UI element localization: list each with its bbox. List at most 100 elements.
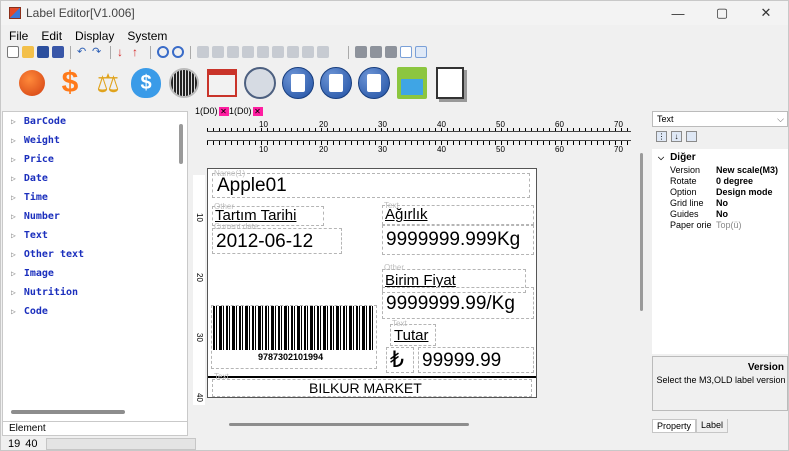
label-canvas[interactable]: Name(1) Apple01 Other Tartım Tarihi Curr… (207, 168, 537, 398)
scale-icon[interactable]: ⚖ (91, 66, 125, 100)
name-field[interactable]: Apple01 (212, 173, 530, 198)
save-icon[interactable] (37, 46, 49, 58)
unit-price-field[interactable]: 9999999.99/Kg (382, 287, 534, 319)
standard-toolbar: ↶ ↷ ↓ ↑ (7, 44, 427, 60)
total-caption-field[interactable]: Tutar (390, 324, 436, 346)
categorized-icon[interactable]: ⋮ (656, 131, 667, 142)
category-header[interactable]: ⌵ Diğer (658, 152, 696, 163)
minimize-button[interactable]: — (656, 1, 700, 25)
tree-item-number[interactable]: ▷ Number (11, 211, 60, 222)
ruler-mark: 40 (437, 145, 446, 154)
align-right-icon[interactable] (257, 46, 269, 58)
dollar-icon[interactable]: $ (53, 66, 87, 100)
text-align-left-icon[interactable] (355, 46, 367, 58)
page-icon[interactable] (400, 46, 412, 58)
document-tab-1[interactable]: 1(D0) ✕ (195, 106, 229, 116)
tree-item-weight[interactable]: ▷ Weight (11, 135, 60, 146)
zoom-out-icon[interactable] (172, 46, 184, 58)
property-row[interactable]: Grid line No (670, 198, 786, 209)
tree-vertical-scrollbar[interactable] (179, 124, 183, 164)
tree-item-other-text[interactable]: ▷ Other text (11, 249, 84, 260)
align-center-icon[interactable] (227, 46, 239, 58)
maximize-button[interactable]: ▢ (700, 1, 744, 25)
tree-horizontal-scrollbar[interactable] (11, 410, 125, 414)
toolbar-divider (190, 45, 191, 59)
same-width-icon[interactable] (317, 46, 329, 58)
tab-property[interactable]: Property (652, 419, 697, 433)
status-progress (45, 438, 196, 450)
same-size-icon[interactable] (302, 46, 314, 58)
clock-icon[interactable] (243, 66, 277, 100)
tree-item-nutrition[interactable]: ▷ Nutrition (11, 287, 78, 298)
property-value: 0 degree (716, 176, 754, 186)
status-right: 40 (25, 438, 38, 450)
zoom-in-icon[interactable] (157, 46, 169, 58)
tree-item-code[interactable]: ▷ Code (11, 306, 48, 317)
ruler-mark: 10 (259, 120, 268, 129)
barcode-icon[interactable] (167, 66, 201, 100)
menu-file[interactable]: File (9, 29, 28, 43)
open-folder-icon[interactable] (22, 46, 34, 58)
property-row[interactable]: Guides No (670, 209, 786, 220)
menu-edit[interactable]: Edit (41, 29, 62, 43)
distribute-vertical-icon[interactable] (287, 46, 299, 58)
menu-system[interactable]: System (127, 29, 167, 43)
money-bag-icon[interactable]: $ (129, 66, 163, 100)
new-file-icon[interactable] (7, 46, 19, 58)
weight-field[interactable]: 9999999.999Kg (382, 225, 534, 255)
property-description: Version Select the M3,OLD label version (652, 356, 788, 411)
property-row[interactable]: Option Design mode (670, 187, 786, 198)
tree-item-label: BarCode (23, 116, 66, 127)
align-left-icon[interactable] (197, 46, 209, 58)
tree-item-time[interactable]: ▷ Time (11, 192, 48, 203)
tree-item-barcode[interactable]: ▷ BarCode (11, 116, 66, 127)
tree-item-price[interactable]: ▷ Price (11, 154, 54, 165)
property-row[interactable]: Rotate 0 degree (670, 176, 786, 187)
tab-label[interactable]: Label (696, 419, 729, 433)
document-icon-2[interactable] (319, 66, 353, 100)
tree-item-date[interactable]: ▷ Date (11, 173, 48, 184)
document-icon-1[interactable] (281, 66, 315, 100)
element-tab[interactable]: Element (2, 421, 188, 436)
bmp-image-icon[interactable] (395, 66, 429, 100)
alphabetical-icon[interactable]: ↓ (671, 131, 682, 142)
tree-item-image[interactable]: ▷ Image (11, 268, 54, 279)
document-icon-3[interactable] (357, 66, 391, 100)
chevron-down-icon[interactable]: ⌵ (777, 112, 784, 126)
close-button[interactable]: ✕ (744, 1, 788, 25)
comment-icon[interactable] (415, 46, 427, 58)
close-tab-icon[interactable]: ✕ (218, 106, 229, 116)
move-down-icon[interactable]: ↓ (117, 46, 129, 58)
save-as-icon[interactable] (52, 46, 64, 58)
weight-caption-field[interactable]: Ağırlık (382, 205, 534, 225)
fruit-icon[interactable] (15, 66, 49, 100)
text-align-center-icon[interactable] (370, 46, 382, 58)
footer-field[interactable]: BILKUR MARKET (212, 379, 532, 397)
tree-item-text[interactable]: ▷ Text (11, 230, 48, 241)
text-align-right-icon[interactable] (385, 46, 397, 58)
date-field[interactable]: 2012-06-12 (212, 228, 342, 254)
notes-icon[interactable] (433, 66, 467, 100)
element-toolbar: $ ⚖ $ (15, 63, 467, 103)
document-tab-2[interactable]: 1(D0) ✕ (229, 106, 263, 116)
ruler-mark: 40 (437, 120, 446, 129)
redo-icon[interactable]: ↷ (92, 46, 104, 58)
object-selector[interactable]: Text ⌵ (652, 111, 788, 127)
property-pages-icon[interactable] (686, 131, 697, 142)
calendar-icon[interactable] (205, 66, 239, 100)
close-tab-icon[interactable]: ✕ (252, 106, 263, 116)
align-bottom-icon[interactable] (242, 46, 254, 58)
barcode-field[interactable]: 9787302101994 (211, 305, 377, 369)
ruler-mark: 30 (378, 145, 387, 154)
undo-icon[interactable]: ↶ (77, 46, 89, 58)
property-row[interactable]: Paper orie Top(ü) (670, 220, 786, 231)
canvas-vertical-scrollbar[interactable] (640, 153, 643, 311)
currency-field[interactable]: ₺ (386, 347, 414, 373)
align-top-icon[interactable] (212, 46, 224, 58)
canvas-horizontal-scrollbar[interactable] (229, 423, 469, 426)
move-up-icon[interactable]: ↑ (132, 46, 144, 58)
total-field[interactable]: 99999.99 (418, 347, 534, 373)
distribute-horizontal-icon[interactable] (272, 46, 284, 58)
property-row[interactable]: Version New scale(M3) (670, 165, 786, 176)
menu-display[interactable]: Display (75, 29, 114, 43)
